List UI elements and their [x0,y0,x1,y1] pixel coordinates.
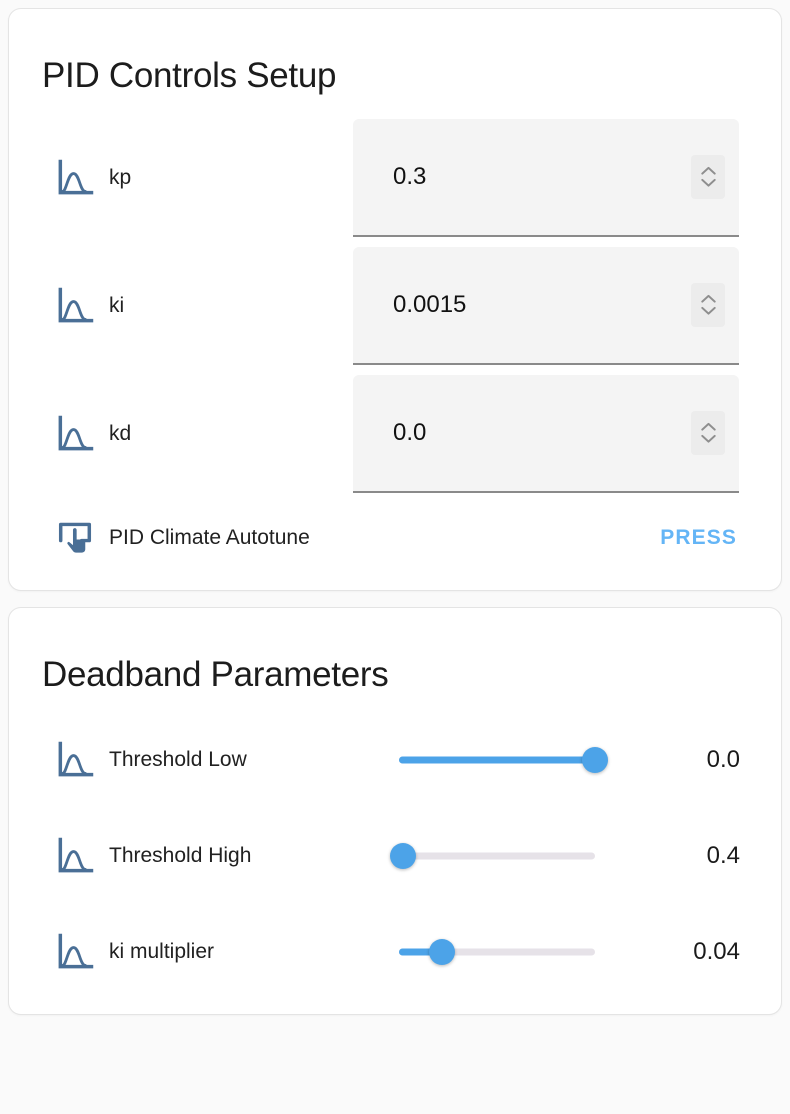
slider-label-threshold-high: Threshold High [109,844,252,867]
number-row-kp: kp 0.3 [9,114,781,242]
number-field-wrap-ki: 0.0015 [353,246,739,365]
number-stepper-kp[interactable] [691,154,725,199]
chart-bell-curve-icon [53,738,109,782]
number-row-kd: kd 0.0 [9,370,781,498]
pid-autotune-row: PID Climate Autotune PRESS [9,500,781,576]
touch-app-icon [53,516,109,560]
chart-bell-curve-icon [53,156,109,200]
slider-row-threshold-low: Threshold Low 0.0 [9,712,781,808]
slider-value-threshold-low: 0.0 [706,746,740,773]
slider-label-threshold-low: Threshold Low [109,748,247,771]
number-value-kp: 0.3 [393,162,427,190]
number-field-wrap-kp: 0.3 [353,118,739,237]
slider-thumb[interactable] [389,843,416,869]
slider-track [399,852,595,860]
number-stepper-kd[interactable] [691,410,725,455]
number-input-kd[interactable]: 0.0 [353,374,739,493]
pid-card-title: PID Controls Setup [42,56,337,95]
chart-bell-curve-icon [53,834,109,878]
chart-bell-curve-icon [53,412,109,456]
slider-fill [399,756,595,764]
deadband-parameters-card: Deadband Parameters Threshold Low 0.0 Th… [8,606,782,1015]
slider-row-ki-multiplier: ki multiplier 0.04 [9,904,781,1000]
slider-value-threshold-high: 0.4 [706,842,740,869]
number-row-label-ki: ki [109,293,125,317]
pid-autotune-label: PID Climate Autotune [109,525,310,549]
number-input-ki[interactable]: 0.0015 [353,246,739,365]
pid-controls-card: PID Controls Setup kp 0.3 ki 0.0015 kd 0… [8,8,782,591]
chart-bell-curve-icon [53,930,109,974]
slider-ki-multiplier[interactable] [399,932,595,972]
chart-bell-curve-icon [53,284,109,328]
slider-threshold-high[interactable] [389,836,595,876]
slider-threshold-low[interactable] [399,740,608,780]
number-row-ki: ki 0.0015 [9,242,781,370]
number-input-kp[interactable]: 0.3 [353,118,739,237]
slider-thumb[interactable] [429,939,456,965]
slider-row-threshold-high: Threshold High 0.4 [9,808,781,904]
app-root: PID Controls Setup kp 0.3 ki 0.0015 kd 0… [0,0,790,1114]
number-field-wrap-kd: 0.0 [353,374,739,493]
number-value-kd: 0.0 [393,418,427,446]
number-value-ki: 0.0015 [393,290,467,318]
slider-label-ki-multiplier: ki multiplier [109,940,215,963]
slider-value-ki-multiplier: 0.04 [693,938,740,965]
slider-thumb[interactable] [582,747,608,773]
number-stepper-ki[interactable] [691,282,725,327]
pid-autotune-press-button[interactable]: PRESS [658,520,739,556]
number-row-label-kd: kd [109,421,132,445]
deadband-card-title: Deadband Parameters [42,654,389,694]
number-row-label-kp: kp [109,165,132,189]
